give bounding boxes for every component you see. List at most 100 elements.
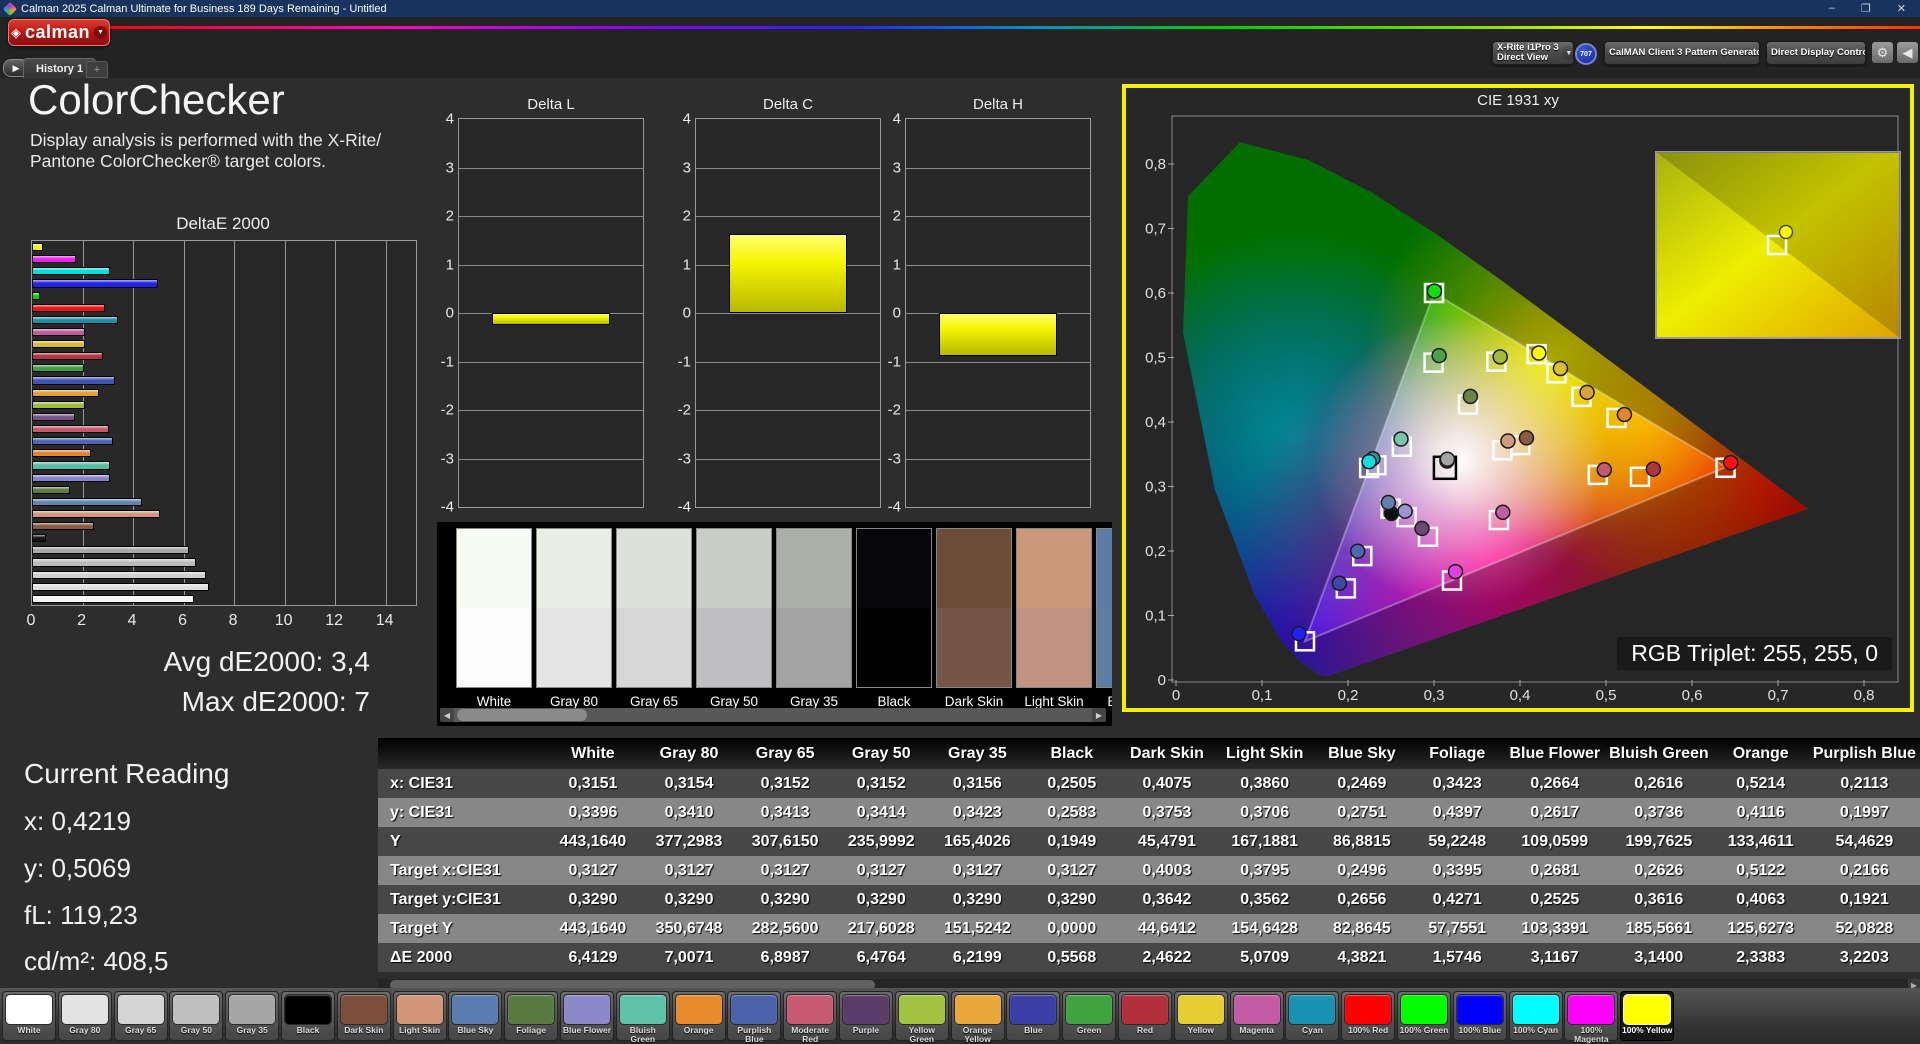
table-cell: 57,7551: [1410, 914, 1505, 943]
patch-tile-100-cyan[interactable]: 100% Cyan: [1508, 991, 1563, 1041]
table-cell: 5,0709: [1215, 943, 1314, 972]
swatch-label: Dark Skin: [944, 694, 1004, 709]
device-dropdown-2[interactable]: CalMAN Client 3 Pattern Generator▼: [1604, 41, 1760, 65]
patch-tile-cyan[interactable]: Cyan: [1285, 991, 1340, 1041]
collapse-panel-button[interactable]: ◀: [1896, 41, 1919, 64]
measured-point-purple: [1414, 520, 1430, 537]
deltae-bar-light-skin: [32, 509, 161, 519]
y-tick-label: -3: [440, 450, 454, 467]
table-cell: 0,3290: [929, 885, 1026, 914]
patch-tile-purple[interactable]: Purple: [839, 991, 893, 1041]
y-tick-label: 1: [892, 256, 901, 273]
close-button[interactable]: ✕: [1897, 2, 1906, 15]
patch-label: Dark Skin: [344, 1025, 384, 1035]
swatch-label: Blue Sky: [1107, 694, 1112, 709]
patch-tile-foliage[interactable]: Foliage: [504, 991, 559, 1041]
y-tick-label: -1: [677, 353, 691, 370]
x-tick-label: 14: [375, 612, 394, 629]
patch-label: Black: [296, 1025, 320, 1035]
column-header: Orange: [1712, 738, 1809, 769]
patch-tile-yellow-green[interactable]: Yellow Green: [894, 991, 949, 1043]
table-cell: 217,6028: [833, 914, 930, 943]
patch-tile-magenta[interactable]: Magenta: [1229, 991, 1284, 1041]
device-dropdown-1[interactable]: X-Rite i1Pro 3 Direct View ▼: [1492, 41, 1574, 65]
patch-tile-yellow[interactable]: Yellow: [1173, 991, 1228, 1041]
deltae-bar-dark-skin: [32, 522, 95, 531]
deltae-bar-100-magenta: [32, 255, 77, 264]
x-tick-label: 0,4: [1510, 687, 1531, 704]
patch-tile-black[interactable]: Black: [281, 991, 335, 1041]
swatch-scrollbar[interactable]: ◀ ▶: [440, 708, 1106, 722]
patch-selection-strip: White Gray 80 Gray 65 Gray 50 Gray 35 Black Da…: [0, 988, 1920, 1044]
patch-tile-blue-sky[interactable]: Blue Sky: [448, 991, 503, 1041]
table-cell: 109,0599: [1504, 827, 1606, 856]
measured-point-blue-sky: [1380, 494, 1397, 511]
measured-point-red: [1645, 461, 1662, 477]
patch-tile-100-yellow[interactable]: 100% Yellow: [1620, 991, 1675, 1041]
table-cell: 0,4271: [1410, 885, 1505, 914]
patch-tile-green[interactable]: Green: [1062, 991, 1117, 1041]
patch-swatch: [953, 994, 1002, 1025]
scroll-right-icon[interactable]: ▶: [1092, 708, 1106, 722]
y-tick-label: 3: [682, 159, 691, 176]
table-cell: 0,3290: [640, 885, 738, 914]
patch-swatch: [674, 994, 723, 1025]
play-icon: ▶: [12, 62, 20, 73]
patch-tile-100-red[interactable]: 100% Red: [1341, 991, 1396, 1041]
patch-tile-blue[interactable]: Blue: [1006, 991, 1061, 1041]
x-tick-label: 0,5: [1596, 687, 1617, 704]
patch-tile-bluish-green[interactable]: Bluish Green: [615, 991, 670, 1043]
patch-tile-white[interactable]: White: [2, 991, 56, 1041]
maximize-button[interactable]: ❐: [1861, 2, 1871, 15]
gridline: [696, 216, 880, 217]
patch-label: White: [17, 1025, 41, 1035]
patch-tile-purplish-blue[interactable]: Purplish Blue: [727, 991, 782, 1043]
table-cell: 0,2525: [1504, 885, 1606, 914]
gridline: [459, 264, 643, 266]
patch-tile-100-blue[interactable]: 100% Blue: [1452, 991, 1507, 1041]
calman-logo-icon: ◈: [10, 24, 21, 40]
meter-status-badge[interactable]: 707: [1575, 43, 1597, 65]
table-cell: 0,2664: [1504, 769, 1606, 798]
inset-measured-point: [1778, 224, 1794, 240]
device-dropdown-3[interactable]: Direct Display Control▼: [1766, 41, 1866, 65]
swatch-scrollbar-thumb[interactable]: [457, 709, 587, 721]
table-cell: 0,3753: [1118, 798, 1216, 827]
table-cell: 1,5746: [1410, 943, 1505, 972]
target-swatch: [696, 608, 772, 688]
patch-tile-moderate-red[interactable]: Moderate Red: [783, 991, 838, 1043]
patch-tile-light-skin[interactable]: Light Skin: [392, 991, 447, 1041]
patch-tile-gray-65[interactable]: Gray 65: [113, 991, 168, 1041]
swatch-label: Gray 50: [709, 694, 759, 709]
patch-tile-blue-flower[interactable]: Blue Flower: [560, 991, 614, 1041]
calman-window: Calman 2025 Calman Ultimate for Business…: [0, 0, 1920, 1044]
patch-label: Orange: [683, 1025, 714, 1035]
table-cell: 0,0000: [1025, 914, 1119, 943]
patch-tile-100-green[interactable]: 100% Green: [1397, 991, 1451, 1041]
minimize-button[interactable]: –: [1829, 2, 1835, 15]
calman-menu-button[interactable]: ◈ calman ▼: [8, 19, 110, 46]
patch-swatch: [451, 994, 500, 1025]
patch-tile-dark-skin[interactable]: Dark Skin: [336, 991, 391, 1041]
patch-tile-100-magenta[interactable]: 100% Magenta: [1564, 991, 1619, 1043]
patch-tile-orange-yellow[interactable]: Orange Yellow: [950, 991, 1005, 1043]
patch-tile-gray-80[interactable]: Gray 80: [57, 991, 112, 1041]
table-row: ΔE 2000 6,4129 7,0071 6,8987 6,4764 6,2199 0,5…: [378, 943, 1920, 972]
measured-point-yellow: [1552, 360, 1569, 377]
cie-chart-title: CIE 1931 xy: [1477, 92, 1559, 109]
chevron-down-icon: ▼: [1561, 46, 1573, 60]
table-cell: 0,3127: [544, 856, 641, 885]
measured-point-100-red: [1722, 454, 1739, 471]
y-tick-label: 2: [892, 207, 901, 225]
scroll-left-icon[interactable]: ◀: [440, 708, 454, 722]
settings-gear-button[interactable]: ⚙: [1871, 41, 1894, 64]
patch-tile-orange[interactable]: Orange: [671, 991, 726, 1041]
deltae-chart-title: DeltaE 2000: [176, 214, 270, 233]
patch-swatch: [730, 994, 779, 1025]
x-tick-label: 4: [127, 612, 137, 629]
patch-tile-gray-35[interactable]: Gray 35: [225, 991, 280, 1041]
row-label: y: CIE31: [378, 798, 545, 827]
patch-tile-gray-50[interactable]: Gray 50: [169, 991, 224, 1041]
table-cell: 0,3290: [833, 885, 930, 914]
patch-tile-red[interactable]: Red: [1118, 991, 1172, 1041]
